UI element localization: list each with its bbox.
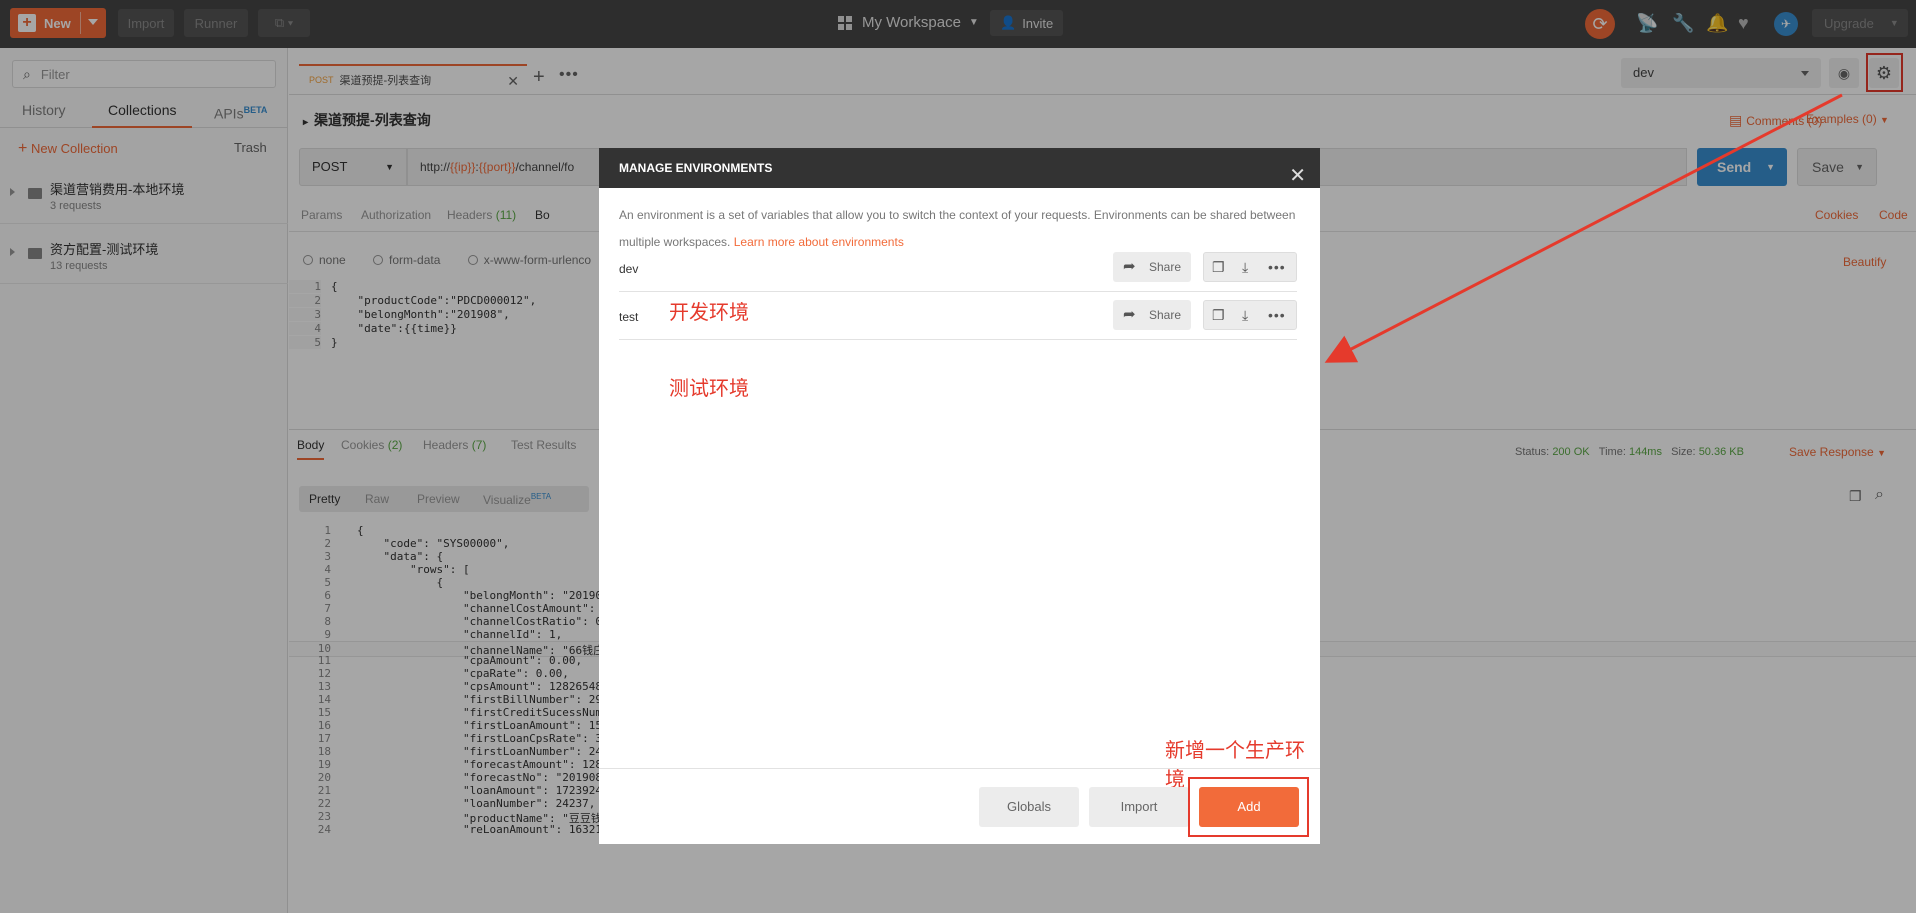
annotation-arrow [1324,93,1843,363]
annotation-arrow-line [1324,93,1843,363]
